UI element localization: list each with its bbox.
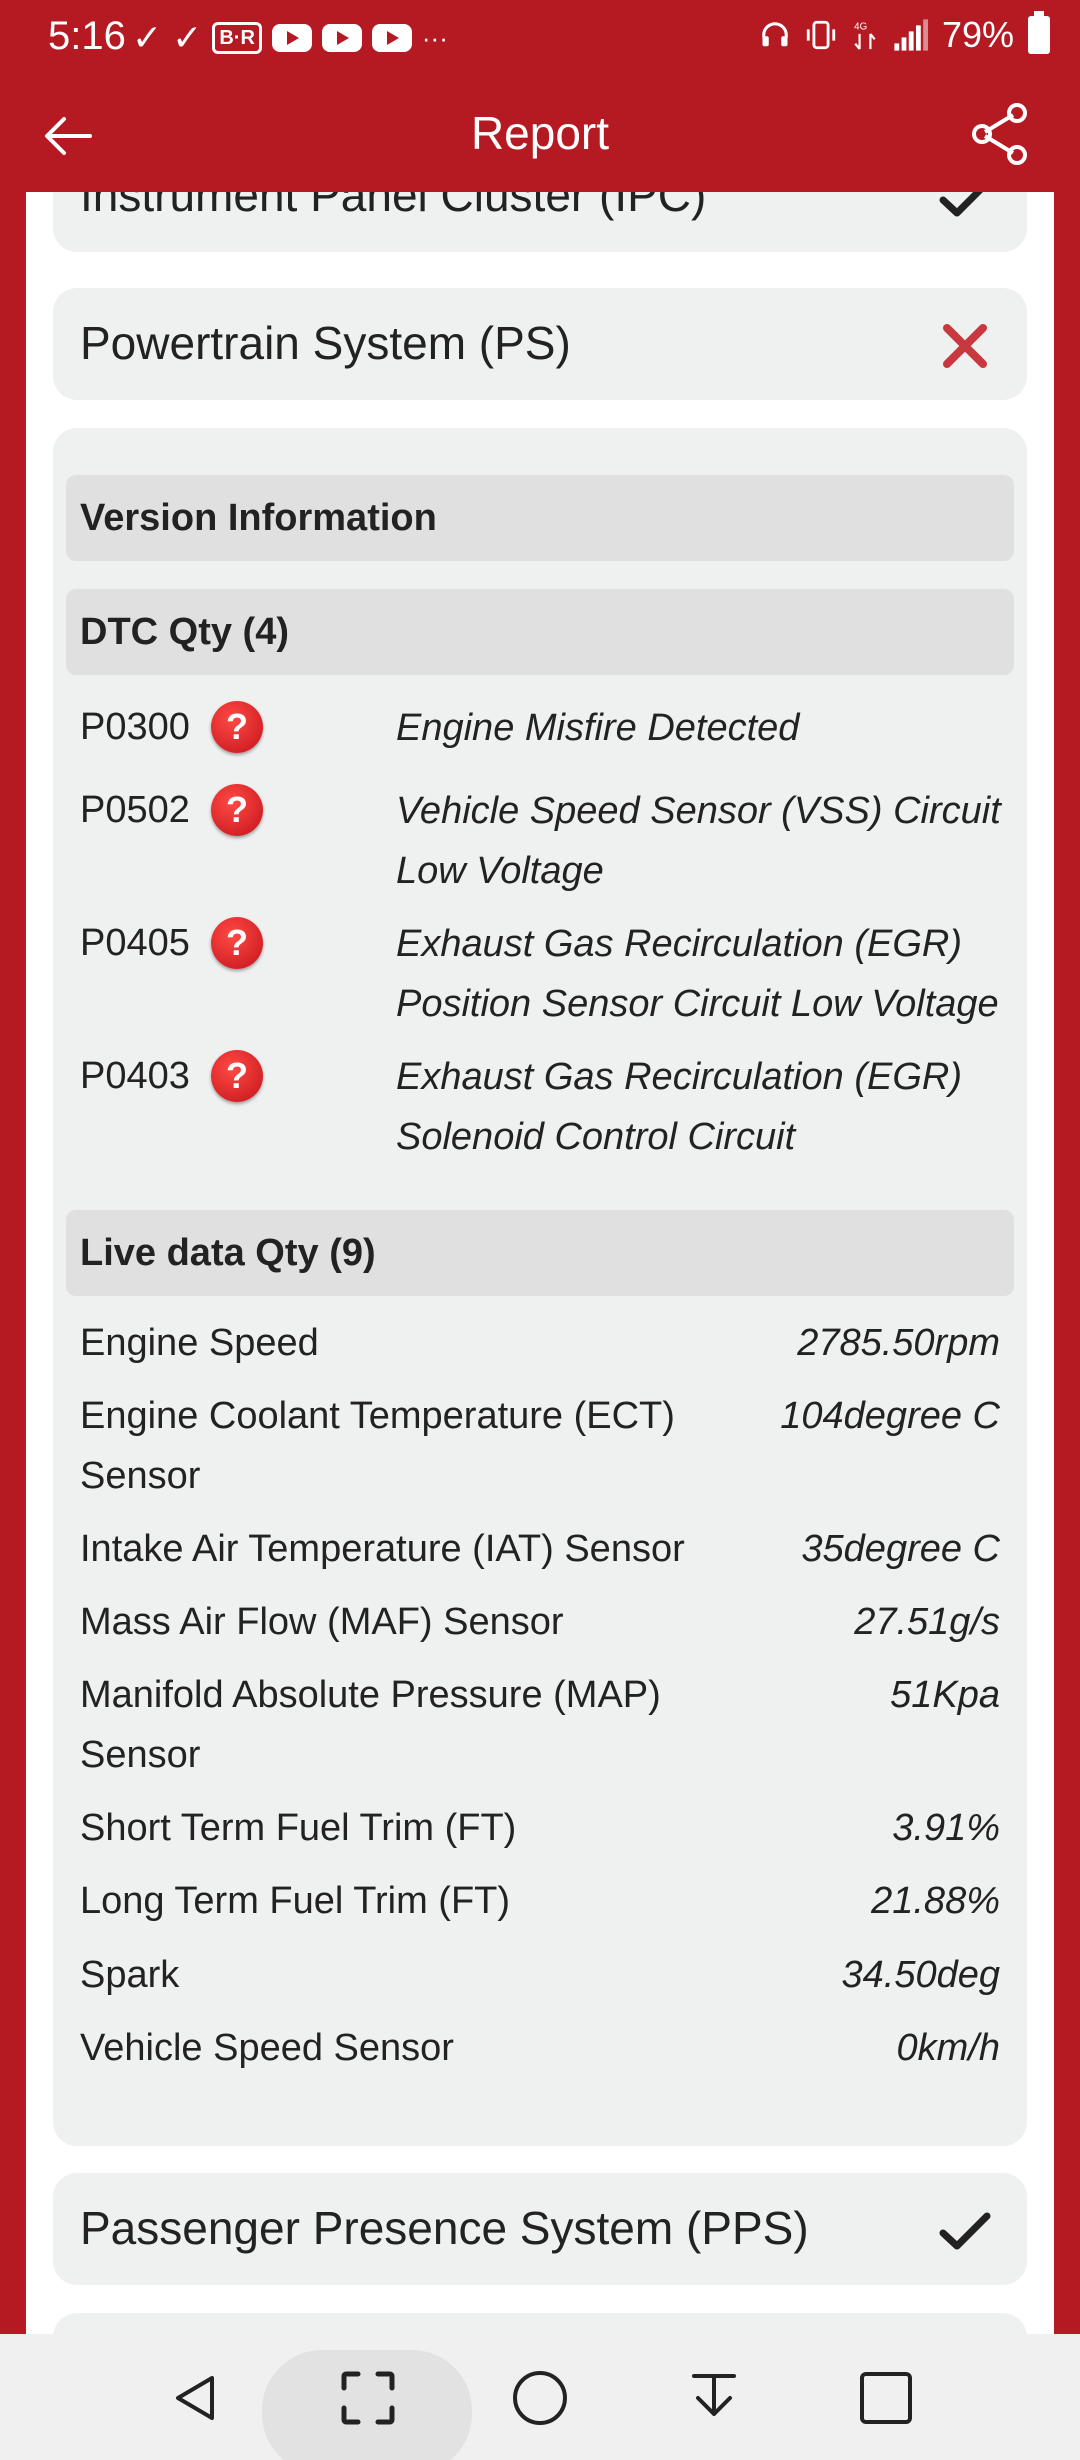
headphones-icon <box>762 22 788 47</box>
live-data-value: 2785.50rpm <box>797 1322 1000 1364</box>
description-line: Position Sensor Circuit Low Voltage <box>396 983 999 1025</box>
live-data-label: Intake Air Temperature (IAT) Sensor <box>80 1519 740 1579</box>
live-data-value: 104degree C <box>780 1395 1000 1437</box>
nav-back-button[interactable] <box>156 2358 236 2438</box>
section-title: DTC Qty (4) <box>80 611 289 653</box>
live-data-value: 21.88% <box>871 1880 1000 1922</box>
more-notifications-icon: ··· <box>421 22 448 53</box>
nav-home-button[interactable] <box>500 2358 580 2438</box>
youtube-icon <box>321 24 362 52</box>
description-line: Exhaust Gas Recirculation (EGR) <box>396 923 962 965</box>
fail-x-icon <box>943 324 987 368</box>
youtube-icon <box>371 24 412 52</box>
label-line: Engine Speed <box>80 1322 319 1364</box>
home-circle-icon <box>513 2371 567 2425</box>
label-line: Spark <box>80 1954 180 1996</box>
dtc-code: P0403 <box>80 1055 190 1097</box>
dtc-description: Exhaust Gas Recirculation (EGR) Position… <box>396 914 1021 1034</box>
battery-percent: 79% <box>941 14 1014 55</box>
live-data-value: 0km/h <box>896 2027 1000 2069</box>
check-icon <box>939 192 983 217</box>
youtube-icon <box>271 24 312 52</box>
label-line: Engine Coolant Temperature (ECT) <box>80 1395 675 1437</box>
powertrain-details-card: Version Information DTC Qty (4) P0300 ? … <box>53 428 1027 2146</box>
live-data-label: Vehicle Speed Sensor <box>80 2018 740 2078</box>
report-content[interactable]: Instrument Panel Cluster (IPC) Powertrai… <box>26 192 1054 2334</box>
live-data-value: 27.51g/s <box>854 1601 1000 1643</box>
live-data-label: Mass Air Flow (MAF) Sensor <box>80 1592 740 1652</box>
svg-text:4G: 4G <box>854 22 867 33</box>
label-line: Intake Air Temperature (IAT) Sensor <box>80 1528 685 1570</box>
help-icon[interactable]: ? <box>211 701 263 753</box>
help-icon[interactable]: ? <box>211 784 263 836</box>
br-app-icon: B·R <box>212 22 262 54</box>
share-button[interactable] <box>968 102 1032 166</box>
help-icon[interactable]: ? <box>211 917 263 969</box>
screenshot-frame-icon <box>341 2371 395 2425</box>
section-title: Version Information <box>80 497 437 539</box>
dtc-code: P0300 <box>80 706 190 748</box>
live-data-value: 35degree C <box>801 1528 1000 1570</box>
label-line: Vehicle Speed Sensor <box>80 2027 454 2069</box>
version-info-header[interactable]: Version Information <box>66 475 1014 561</box>
app-bar: Report <box>0 78 1080 192</box>
vibrate-icon <box>806 20 836 50</box>
section-title: Live data Qty (9) <box>80 1232 376 1274</box>
system-card-ps[interactable]: Powertrain System (PS) <box>53 288 1027 400</box>
notification-icons: ✓ ✓ B·R ··· <box>132 18 448 58</box>
label-line: Sensor <box>80 1734 201 1776</box>
system-name: Powertrain System (PS) <box>80 317 571 369</box>
dtc-code: P0502 <box>80 789 190 831</box>
signal-icon <box>894 19 928 51</box>
nav-download-button[interactable] <box>674 2358 754 2438</box>
live-data-value: 3.91% <box>892 1807 1000 1849</box>
download-icon <box>692 2374 736 2416</box>
description-line: Vehicle Speed Sensor (VSS) Circuit <box>396 790 1001 832</box>
lte-data-icon: 4G <box>854 22 876 50</box>
status-time: 5:16 <box>48 14 126 58</box>
live-data-label: Spark <box>80 1945 740 2005</box>
description-line: Exhaust Gas Recirculation (EGR) <box>396 1056 962 1098</box>
label-line: Long Term Fuel Trim (FT) <box>80 1880 511 1922</box>
dtc-description: Exhaust Gas Recirculation (EGR) Solenoid… <box>396 1047 1021 1167</box>
dtc-code: P0405 <box>80 922 190 964</box>
page-title: Report <box>470 107 610 159</box>
nav-recents-button[interactable] <box>846 2358 926 2438</box>
nav-screenshot-button[interactable] <box>328 2358 408 2438</box>
system-name: Passenger Presence System (PPS) <box>80 2202 809 2254</box>
label-line: Mass Air Flow (MAF) Sensor <box>80 1601 564 1643</box>
system-name: Instrument Panel Cluster (IPC) <box>80 192 707 221</box>
status-bar: 5:16 ✓ ✓ B·R ··· 4G 79% <box>0 0 1080 78</box>
system-card-next[interactable] <box>53 2313 1027 2334</box>
dtc-description: Vehicle Speed Sensor (VSS) Circuit Low V… <box>396 781 1021 901</box>
live-data-label: Engine Speed <box>80 1313 740 1373</box>
dtc-header[interactable]: DTC Qty (4) <box>66 589 1014 675</box>
description-line: Low Voltage <box>396 850 604 892</box>
system-card-pps[interactable]: Passenger Presence System (PPS) <box>53 2173 1027 2285</box>
label-line: Manifold Absolute Pressure (MAP) <box>80 1674 661 1716</box>
live-data-label: Manifold Absolute Pressure (MAP) Sensor <box>80 1665 740 1785</box>
label-line: Sensor <box>80 1455 201 1497</box>
live-data-label: Long Term Fuel Trim (FT) <box>80 1871 740 1931</box>
live-data-value: 34.50deg <box>841 1954 1001 1996</box>
share-icon <box>972 103 1027 165</box>
help-icon[interactable]: ? <box>211 1050 263 1102</box>
system-status-icons: 4G 79% <box>760 11 1050 56</box>
recents-square-icon <box>860 2372 912 2424</box>
battery-icon <box>1028 11 1050 54</box>
check-notification-icon: ✓ <box>172 17 203 58</box>
system-card-ipc[interactable]: Instrument Panel Cluster (IPC) <box>53 192 1027 252</box>
dtc-description: Engine Misfire Detected <box>396 698 1021 758</box>
check-notification-icon: ✓ <box>132 17 163 58</box>
description-line: Engine Misfire Detected <box>396 707 800 749</box>
live-data-header[interactable]: Live data Qty (9) <box>66 1210 1014 1296</box>
label-line: Short Term Fuel Trim (FT) <box>80 1807 517 1849</box>
live-data-value: 51Kpa <box>890 1674 1000 1716</box>
live-data-label: Short Term Fuel Trim (FT) <box>80 1798 740 1858</box>
description-line: Solenoid Control Circuit <box>396 1116 796 1158</box>
check-icon <box>939 2212 991 2250</box>
live-data-label: Engine Coolant Temperature (ECT) Sensor <box>80 1386 740 1506</box>
back-triangle-icon <box>176 2376 214 2420</box>
navigation-bar <box>0 2334 1080 2460</box>
